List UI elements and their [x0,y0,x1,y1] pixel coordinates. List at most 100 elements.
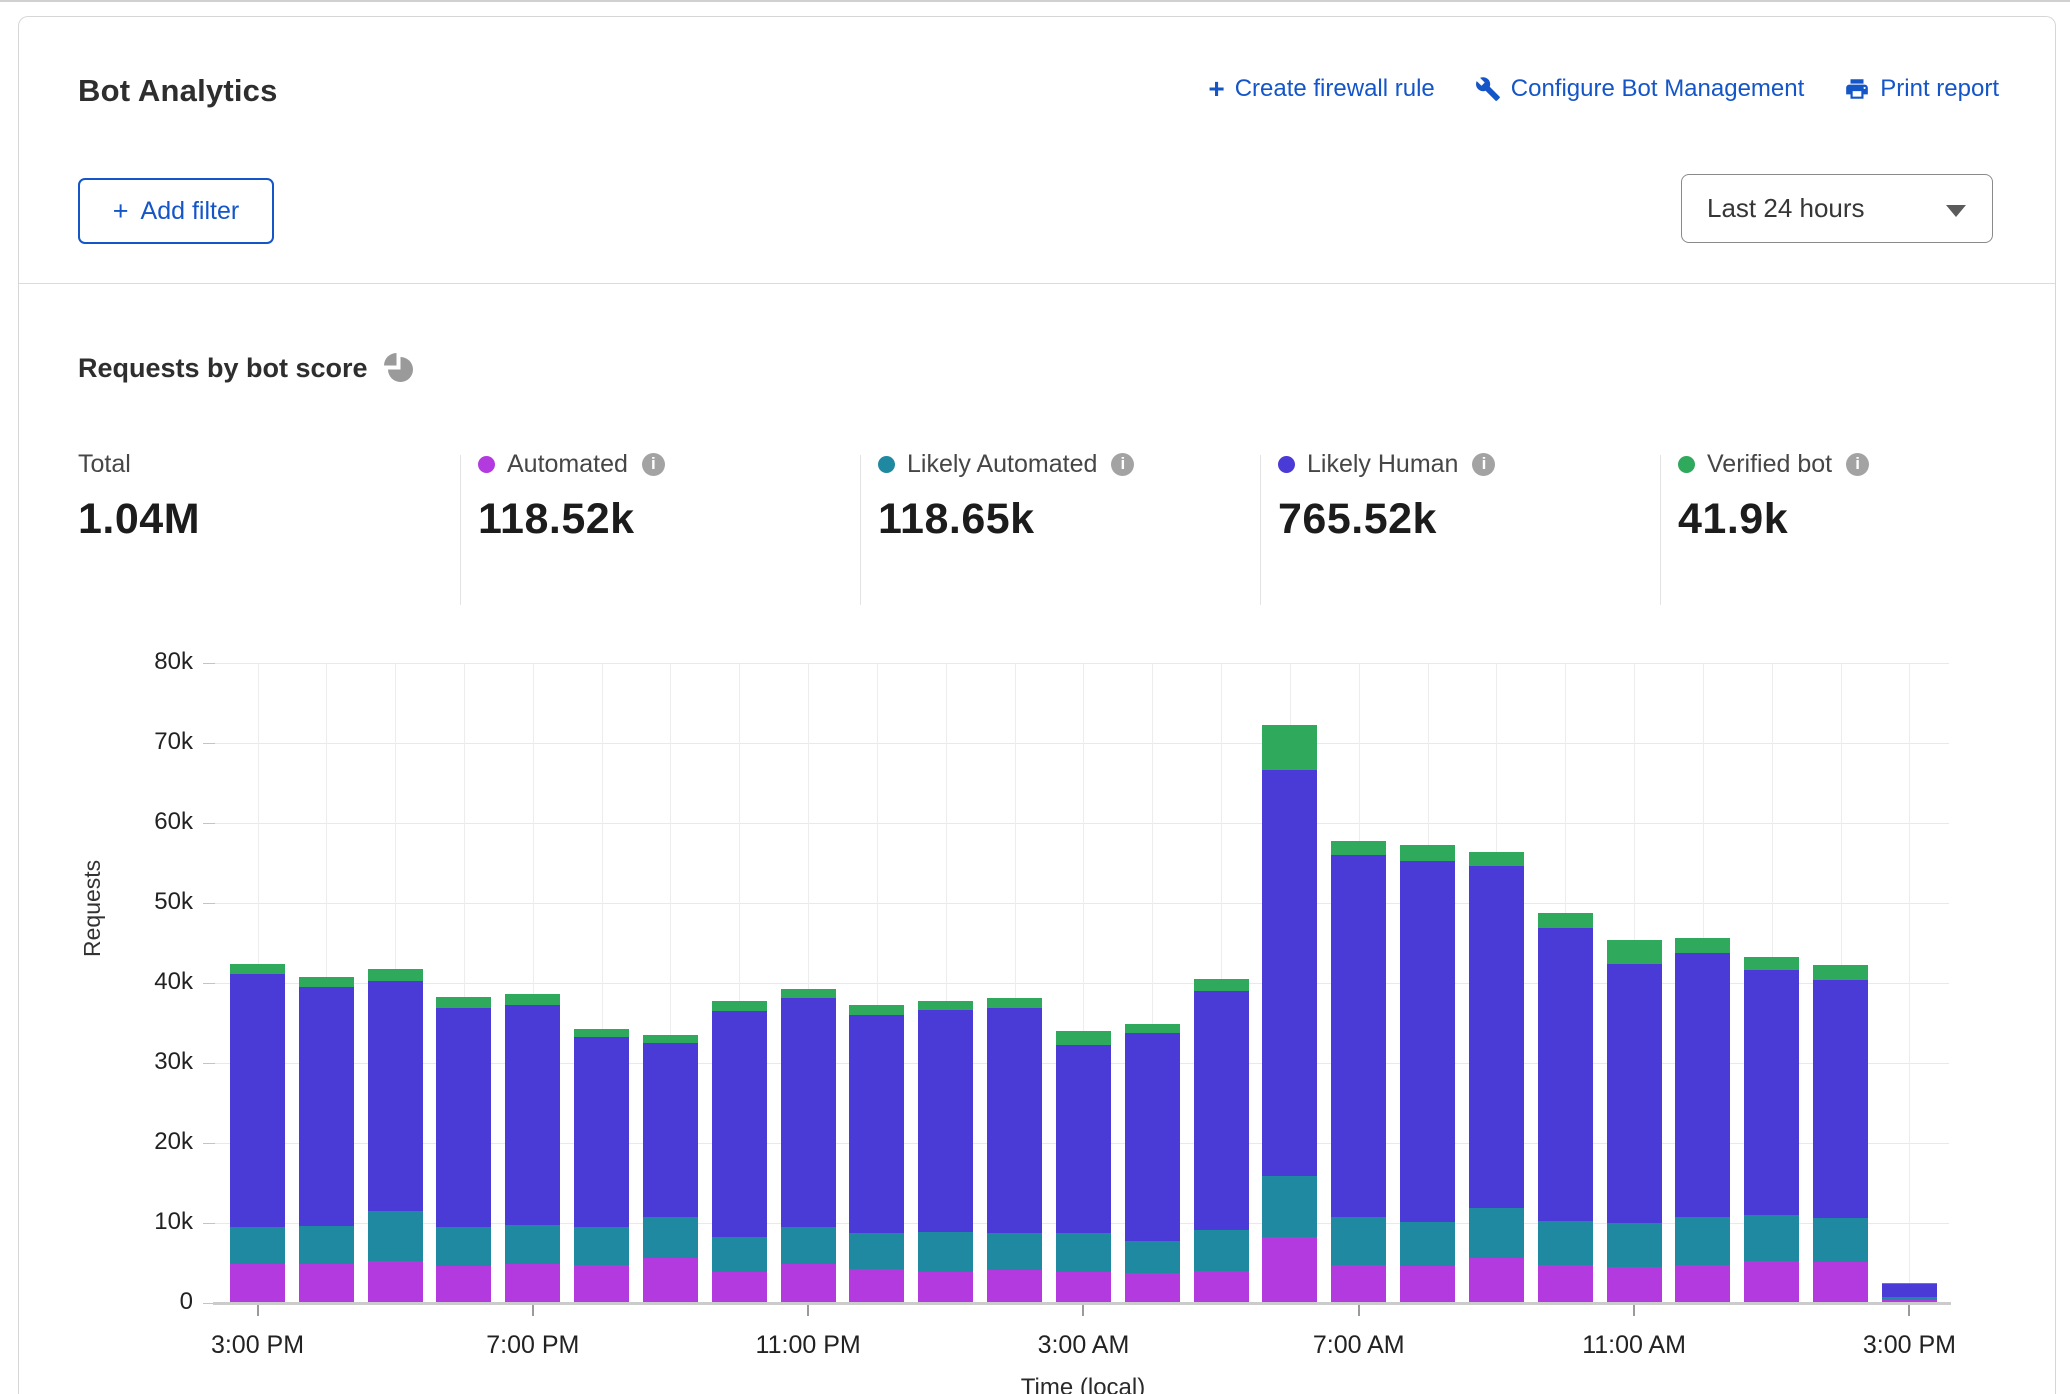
info-icon[interactable]: i [1846,453,1869,476]
stat-value: 118.52k [478,495,665,544]
stat-label: Likely Automated [907,450,1097,479]
info-icon[interactable]: i [1111,453,1134,476]
segment-likely-automated [1194,1230,1249,1271]
print-report-link[interactable]: Print report [1844,75,1999,103]
segment-verified-bot [1400,845,1455,860]
bar-3-00-pm [1882,1283,1937,1303]
segment-likely-human [505,1005,560,1225]
segment-verified-bot [712,1001,767,1011]
segment-likely-automated [1607,1223,1662,1267]
bot-analytics-card: Bot Analytics + Create firewall rule Con… [18,16,2056,1394]
configure-bot-management-link[interactable]: Configure Bot Management [1475,75,1805,103]
segment-automated [1538,1265,1593,1303]
y-axis-tick-label: 50k [83,888,193,916]
segment-likely-human [1744,970,1799,1215]
x-axis-tick-label: 3:00 PM [148,1331,368,1360]
stat-separator [1260,455,1261,605]
segment-verified-bot [1813,965,1868,980]
segment-verified-bot [1194,979,1249,991]
bar-6-00-pm [436,997,491,1303]
segment-automated [1125,1273,1180,1303]
section-divider [19,283,2055,284]
pie-chart-icon [386,355,413,382]
segment-likely-human [849,1015,904,1233]
bar-9-00-am [1469,852,1524,1303]
segment-verified-bot [1262,725,1317,771]
segment-likely-human [299,987,354,1226]
segment-likely-human [368,981,423,1211]
bar-11-00-am [1607,940,1662,1303]
y-axis-tick [203,1143,215,1144]
bar-8-00-pm [574,1029,629,1303]
segment-verified-bot [1675,938,1730,952]
printer-icon [1844,76,1870,102]
segment-likely-automated [230,1227,285,1264]
segment-likely-automated [1400,1222,1455,1266]
segment-likely-human [1675,953,1730,1217]
segment-likely-human [1813,980,1868,1218]
segment-likely-human [1469,866,1524,1208]
create-firewall-rule-link[interactable]: + Create firewall rule [1208,75,1434,103]
segment-verified-bot [781,989,836,999]
segment-likely-automated [368,1211,423,1261]
segment-verified-bot [436,997,491,1007]
wrench-icon [1475,76,1501,102]
bar-3-00-am [1056,1031,1111,1303]
add-filter-button[interactable]: + Add filter [78,178,274,244]
info-icon[interactable]: i [1472,453,1495,476]
segment-verified-bot [505,994,560,1005]
y-axis-tick [203,1063,215,1064]
y-axis-tick-label: 30k [83,1048,193,1076]
segment-likely-human [712,1011,767,1237]
segment-likely-automated [849,1233,904,1268]
stat-value: 118.65k [878,495,1134,544]
plot-area: 010k20k30k40k50k60k70k80k3:00 PM7:00 PM1… [215,663,1949,1303]
segment-verified-bot [918,1001,973,1011]
segment-likely-human [1331,855,1386,1217]
x-axis-tick [1908,1305,1910,1316]
segment-automated [1331,1265,1386,1303]
x-axis-tick-label: 11:00 AM [1524,1331,1744,1360]
x-axis-tick [1633,1305,1635,1316]
top-divider [0,0,2070,2]
stats-row: Total1.04M Automated i 118.52k Likely Automa… [19,447,2055,597]
y-axis-tick [203,823,215,824]
stat-automated: Automated i 118.52k [478,447,665,544]
bar-5-00-pm [368,969,423,1303]
segment-likely-human [1538,928,1593,1221]
info-icon[interactable]: i [642,453,665,476]
segment-automated [1469,1258,1524,1303]
segment-automated [1262,1237,1317,1303]
segment-automated [1675,1265,1730,1303]
stat-label: Automated [507,450,628,479]
bar-9-00-pm [643,1035,698,1303]
segment-verified-bot [1607,940,1662,964]
stat-separator [860,455,861,605]
segment-automated [299,1264,354,1303]
time-range-dropdown[interactable]: Last 24 hours [1681,174,1993,243]
segment-likely-human [574,1037,629,1227]
legend-dot [878,456,895,473]
time-range-value: Last 24 hours [1682,193,1865,224]
y-axis-tick [203,1223,215,1224]
section-title: Requests by bot score [78,353,368,384]
stat-total: Total1.04M [78,447,200,544]
segment-automated [1607,1267,1662,1303]
segment-likely-automated [712,1237,767,1271]
segment-verified-bot [1469,852,1524,866]
segment-likely-human [781,998,836,1227]
x-axis-tick-label: 7:00 AM [1249,1331,1469,1360]
bot-analytics-screen: Bot Analytics + Create firewall rule Con… [0,0,2070,1394]
stat-label: Verified bot [1707,450,1832,479]
y-axis-tick [203,743,215,744]
x-axis-tick-label: 11:00 PM [698,1331,918,1360]
segment-verified-bot [1538,913,1593,928]
segment-likely-human [987,1008,1042,1234]
x-axis-tick-label: 7:00 PM [423,1331,643,1360]
segment-likely-human [1607,964,1662,1223]
segment-automated [781,1264,836,1303]
segment-likely-automated [987,1233,1042,1270]
segment-automated [1744,1261,1799,1303]
bar-7-00-am [1331,841,1386,1303]
segment-automated [712,1272,767,1303]
